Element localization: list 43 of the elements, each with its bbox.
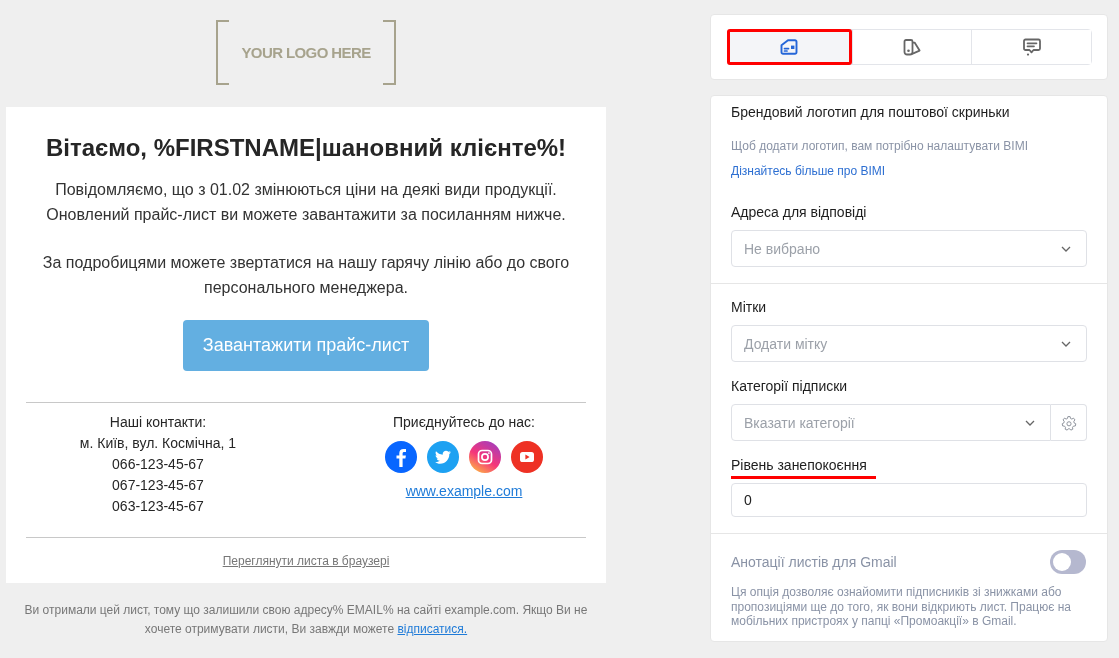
contact-line: 063-123-45-67: [112, 497, 204, 516]
instagram-icon[interactable]: [469, 441, 501, 473]
contacts-title: Наші контакти:: [109, 413, 207, 432]
field-label: Мітки: [731, 298, 768, 317]
field-label: Рівень занепокоєння: [731, 455, 876, 479]
website-link[interactable]: www.example.com: [405, 481, 523, 501]
bracket-icon: [216, 20, 230, 85]
contact-line: 067-123-45-67: [112, 476, 204, 495]
twitter-icon[interactable]: [427, 441, 459, 473]
footer-note: Ви отримали цей лист, тому що залишили свою адресу% EMAIL% на сайті example.com. Якщо Ви не хочете отримувати листи, Ви завжди можете відписатися.: [23, 602, 589, 638]
bimi-link[interactable]: Дізнайтесь більше про BIMI: [731, 163, 886, 179]
bracket-icon: [382, 20, 396, 85]
dropdown-field[interactable]: Додати мітку: [731, 325, 1087, 362]
unsubscribe-link[interactable]: відписатися.: [397, 622, 468, 636]
chevron-down-icon: [1061, 341, 1071, 347]
logo-text: YOUR LOGO HERE: [241, 44, 371, 61]
email-paragraph: Повідомляємо, що з 01.02 змінюються ціни на деякі види продукції. Оновлений прайс-лист ви можете завантажити за посиланням нижче.: [45, 180, 567, 225]
field-label: Адреса для відповіді: [731, 203, 868, 222]
social-title: Приєднуйтесь до нас:: [393, 413, 535, 432]
tab[interactable]: [727, 29, 852, 65]
chat-icon: [1021, 37, 1042, 57]
field-label: Категорії підписки: [731, 377, 849, 396]
view-in-browser-link[interactable]: Переглянути листа в браузері: [222, 553, 390, 569]
settings-icon: [1060, 414, 1077, 431]
chevron-down-icon: [1061, 246, 1071, 252]
facebook-icon[interactable]: [385, 441, 417, 473]
letter-icon: [779, 37, 800, 57]
input-field[interactable]: 0: [731, 483, 1087, 517]
email-heading: Вітаємо, %FIRSTNAME|шановний клієнте%!: [44, 133, 568, 163]
section-title: Брендовий логотип для поштової скриньки: [731, 103, 1011, 122]
contact-line: 066-123-45-67: [112, 455, 204, 474]
chevron-down-icon: [1025, 420, 1035, 426]
youtube-icon[interactable]: [511, 441, 543, 473]
contact-line: м. Київ, вул. Космічна, 1: [79, 434, 237, 453]
email-paragraph: За подробицями можете звертатися на нашу гарячу лінію або до свого персонального менеджера.: [41, 253, 571, 298]
dropdown-field[interactable]: Вказати категорії: [731, 404, 1051, 441]
toggle-switch[interactable]: [1050, 550, 1086, 574]
swatch-icon: [902, 37, 922, 57]
dropdown-field[interactable]: Не вибрано: [731, 230, 1087, 267]
toggle-label: Анотації листів для Gmail: [731, 554, 897, 570]
bimi-hint: Щоб додати логотип, вам потрібно налаштувати BIMI: [731, 138, 1030, 154]
settings-button[interactable]: [1051, 404, 1087, 441]
toggle-description: Ця опція дозволяє ознайомити підписників зі знижками або пропозиціями ще до того, як вони відкриють лист. Працює на мобільних пристроях у папці «Промоакції» в Gmail.: [731, 585, 1072, 629]
